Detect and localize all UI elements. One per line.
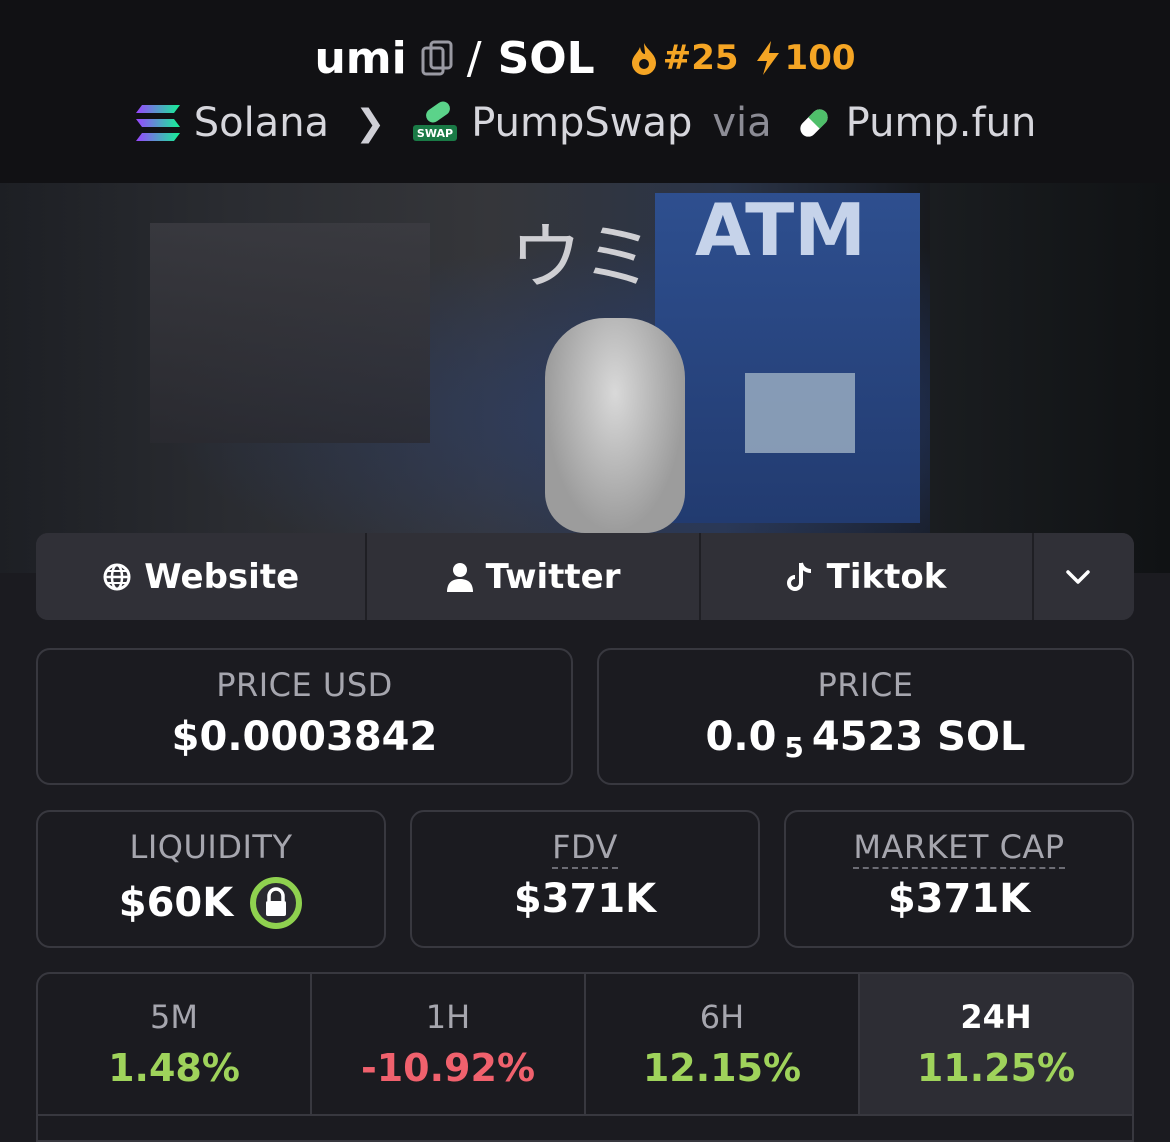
tiktok-icon — [786, 561, 811, 591]
lock-icon[interactable] — [249, 876, 303, 930]
website-link-button[interactable]: Website — [36, 533, 368, 620]
tab-5m-change: 1.48% — [108, 1046, 240, 1090]
lightning-icon — [756, 41, 779, 75]
social-links-bar: Website Twitter Tiktok — [36, 533, 1134, 620]
chevron-down-icon — [1066, 569, 1090, 584]
tab-6h-label: 6H — [699, 998, 745, 1036]
pair-header: umi / SOL #25 100 Solana ❯ SWAP PumpSwap… — [0, 0, 1170, 183]
pair-title-row: umi / SOL #25 100 — [0, 28, 1170, 88]
liquidity-label: LIQUIDITY — [129, 828, 293, 866]
trending-rank-text: #25 — [662, 38, 739, 78]
price-native-label: PRICE — [817, 666, 914, 704]
price-change-panel: 5M 1.48% 1H -10.92% 6H 12.15% 24H 11.25% — [36, 972, 1134, 1142]
via-label: via — [712, 100, 772, 146]
twitter-link-button[interactable]: Twitter — [367, 533, 701, 620]
tiktok-link-button[interactable]: Tiktok — [700, 533, 1035, 620]
token-banner-image: ウミ ATM — [0, 183, 1170, 573]
chevron-right-icon: ❯ — [355, 102, 386, 144]
globe-icon — [103, 563, 131, 590]
price-native-zero-count: 5 — [784, 730, 804, 764]
liquidity-value: $60K — [118, 880, 234, 926]
price-usd-label: PRICE USD — [216, 666, 393, 704]
twitter-link-label: Twitter — [485, 556, 621, 597]
launchpad-link[interactable]: Pump.fun — [846, 100, 1037, 146]
price-native-card: PRICE 0.0 5 4523 SOL — [597, 648, 1134, 785]
pill-icon — [794, 103, 834, 143]
website-link-label: Website — [144, 556, 300, 597]
price-usd-card: PRICE USD $0.0003842 — [36, 648, 573, 785]
price-usd-value: $0.0003842 — [171, 714, 438, 760]
market-cap-value: $371K — [887, 876, 1031, 922]
tab-1h-label: 1H — [425, 998, 471, 1036]
chain-link[interactable]: Solana — [194, 100, 329, 146]
tab-24h-change: 11.25% — [916, 1046, 1076, 1090]
price-native-suffix: 4523 SOL — [811, 714, 1026, 760]
trees-shape — [930, 183, 1170, 573]
trending-rank-badge[interactable]: #25 — [629, 38, 739, 78]
tab-5m[interactable]: 5M 1.48% — [38, 974, 312, 1114]
price-change-tabs: 5M 1.48% 1H -10.92% 6H 12.15% 24H 11.25% — [38, 974, 1132, 1116]
boost-badge[interactable]: 100 — [755, 38, 856, 78]
market-cap-label: MARKET CAP — [853, 828, 1065, 869]
copy-icon[interactable] — [421, 40, 453, 76]
tab-24h-label: 24H — [960, 998, 1032, 1036]
base-token-symbol: umi — [314, 32, 407, 84]
price-native-prefix: 0.0 — [705, 714, 777, 760]
fdv-value: $371K — [513, 876, 657, 922]
pair-breadcrumb: Solana ❯ SWAP PumpSwap via Pump.fun — [0, 95, 1170, 151]
tab-1h-change: -10.92% — [360, 1046, 536, 1090]
fdv-card[interactable]: FDV $371K — [410, 810, 760, 948]
dex-link[interactable]: PumpSwap — [471, 100, 692, 146]
tab-24h[interactable]: 24H 11.25% — [860, 974, 1132, 1114]
price-native-value: 0.0 5 4523 SOL — [705, 714, 1026, 764]
more-links-button[interactable] — [1034, 533, 1134, 620]
liquidity-card: LIQUIDITY $60K — [36, 810, 386, 948]
market-cap-card[interactable]: MARKET CAP $371K — [784, 810, 1134, 948]
tab-6h-change: 12.15% — [642, 1046, 802, 1090]
fdv-label: FDV — [552, 828, 618, 869]
svg-text:SWAP: SWAP — [417, 127, 453, 140]
tab-1h[interactable]: 1H -10.92% — [312, 974, 586, 1114]
user-icon — [446, 562, 473, 592]
atm-screen-shape — [745, 373, 855, 453]
pumpswap-logo-icon: SWAP — [411, 101, 459, 145]
tiktok-link-label: Tiktok — [826, 556, 947, 597]
market-cap-label-wrap: MARKET CAP — [853, 828, 1065, 869]
pair-separator: / — [466, 32, 482, 84]
fdv-label-wrap: FDV — [552, 828, 618, 869]
storefront-shape — [150, 223, 430, 443]
solana-logo-icon — [134, 103, 182, 143]
boost-count-text: 100 — [784, 38, 856, 78]
quote-token-symbol: SOL — [497, 32, 595, 84]
banner-atm-text: ATM — [695, 188, 866, 272]
banner-jp-text: ウミ — [510, 215, 655, 299]
flame-icon — [631, 43, 656, 75]
tab-6h[interactable]: 6H 12.15% — [586, 974, 860, 1114]
liquidity-value-row: $60K — [119, 876, 304, 930]
dog-figure — [545, 318, 685, 533]
tab-5m-label: 5M — [150, 998, 198, 1036]
